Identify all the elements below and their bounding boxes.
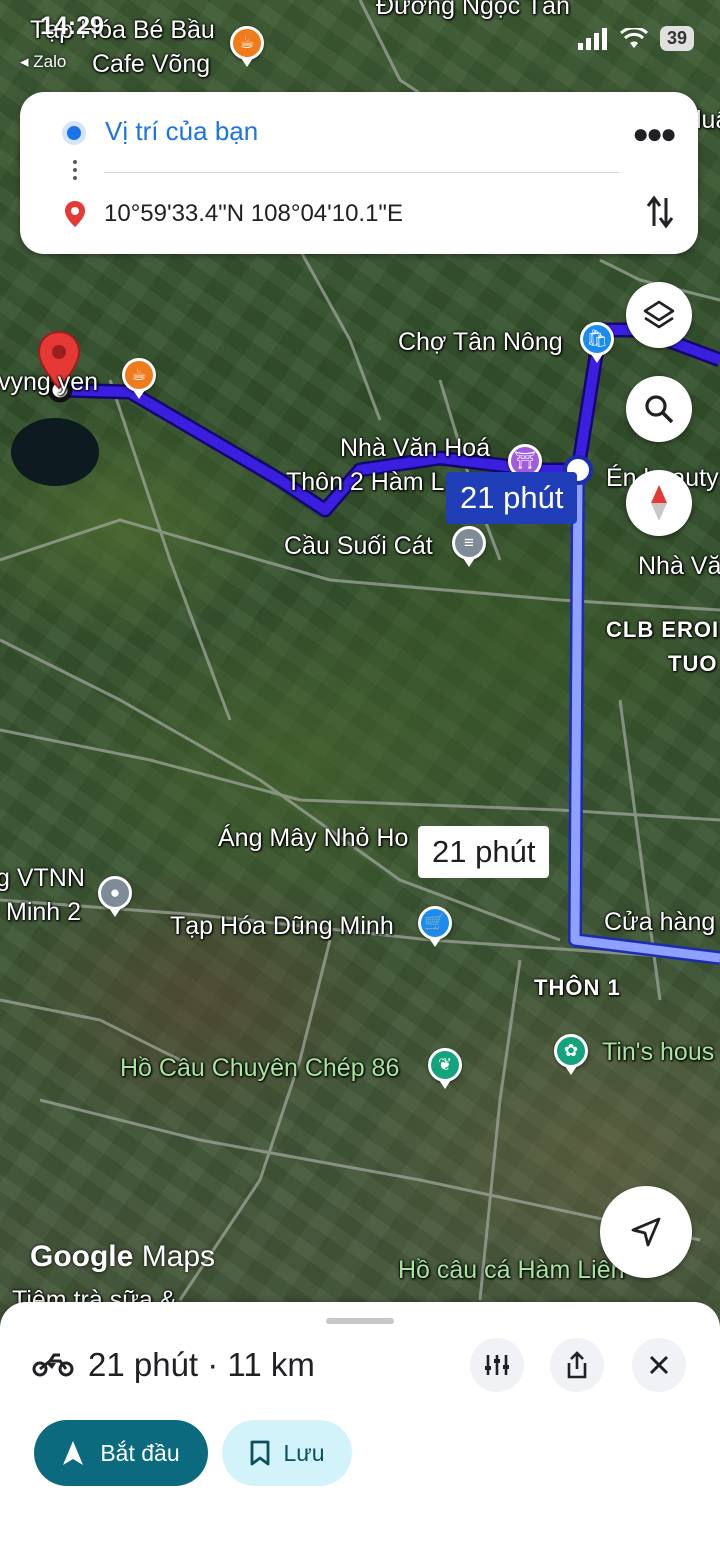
origin-field[interactable]: Vị trí của bạn [105, 116, 258, 147]
save-button-label: Lưu [283, 1439, 325, 1466]
save-button[interactable]: Lưu [222, 1420, 352, 1486]
navigation-arrow-icon [631, 1217, 661, 1247]
map-label: Cầu Suối Cát [284, 532, 433, 560]
signal-icon [577, 27, 607, 50]
map-label: vyng yen [0, 368, 99, 396]
map-label: Cửa hàng [604, 908, 716, 936]
map-label: CLB EROI [606, 617, 720, 642]
close-button[interactable] [632, 1338, 686, 1392]
cart-pin-icon[interactable]: 🛒 [418, 906, 452, 940]
map-label: Nhà Văn Hoá [340, 434, 491, 462]
bookmark-icon [250, 1440, 269, 1466]
motorbike-icon [32, 1353, 74, 1377]
map-label: TUO [668, 651, 718, 676]
route-options-button[interactable] [470, 1338, 524, 1392]
destination-field[interactable]: 10°59'33.4"N 108°04'10.1"E [104, 200, 403, 228]
back-to-app[interactable]: ◂ Zalo [20, 52, 66, 72]
status-bar: 14:29 ◂ Zalo 39 [0, 0, 720, 90]
search-icon [645, 395, 674, 424]
tune-icon [485, 1355, 509, 1375]
compass-icon [651, 485, 667, 521]
route-summary: 21 phút · 11 km [32, 1346, 315, 1384]
battery-indicator: 39 [659, 26, 694, 51]
navigation-icon [63, 1441, 84, 1465]
layers-icon [643, 300, 675, 329]
primary-route-time[interactable]: 21 phút [446, 472, 578, 524]
share-icon [567, 1351, 587, 1379]
divider [104, 172, 619, 173]
cafe-pin-icon[interactable]: ☕ [122, 358, 156, 392]
map-label: Chợ Tân Nông [398, 328, 563, 356]
map-label: luậ [696, 106, 720, 134]
my-location-button[interactable] [600, 1186, 692, 1278]
route-dots-icon [73, 158, 77, 182]
shopping-pin-icon[interactable]: 🛍 [580, 322, 614, 356]
wifi-icon [619, 27, 648, 48]
start-button[interactable]: Bắt đầu [34, 1420, 208, 1486]
map-label: Hồ câu cá Hàm Liên [398, 1256, 625, 1284]
directions-card: Vị trí của bạn 10°59'33.4"N 108°04'10.1"… [20, 92, 698, 254]
more-options-icon[interactable]: ●●● [632, 118, 677, 150]
drag-handle[interactable] [326, 1318, 394, 1324]
layers-button[interactable] [626, 282, 692, 348]
route-bottom-sheet[interactable]: 21 phút · 11 km Bắt đầu Lưu [0, 1302, 720, 1557]
search-button[interactable] [626, 376, 692, 442]
swap-icon[interactable] [646, 194, 674, 230]
google-maps-logo: Google Maps [30, 1240, 216, 1273]
destination-marker-icon [65, 201, 85, 227]
map-label: Tin's hous [602, 1038, 715, 1066]
route-summary-text: 21 phút · 11 km [88, 1346, 315, 1383]
map-label: Minh 2 [6, 898, 82, 926]
flower-pin-icon[interactable]: ✿ [554, 1034, 588, 1068]
map-label: Tạp Hóa Dũng Minh [170, 912, 394, 940]
place-pin-icon[interactable]: ● [98, 876, 132, 910]
status-time: 14:29 [40, 12, 104, 40]
map-label: Áng Mây Nhỏ Ho [218, 824, 409, 852]
bridge-pin-icon[interactable]: ≡ [452, 526, 486, 560]
compass-button[interactable] [626, 470, 692, 536]
map-label: Hồ Câu Chuyên Chép 86 [120, 1054, 400, 1082]
map-label: Thôn 2 Hàm L [286, 468, 445, 496]
alternate-route-time[interactable]: 21 phút [418, 826, 550, 878]
origin-dot-icon [62, 121, 86, 145]
map-label: g VTNN [0, 864, 85, 892]
close-icon [649, 1355, 669, 1375]
map-label: Nhà Vă [638, 552, 720, 580]
map-label: THÔN 1 [534, 975, 621, 1000]
start-button-label: Bắt đầu [100, 1439, 180, 1466]
fishing-pin-icon[interactable]: ❦ [428, 1048, 462, 1082]
status-icons: 39 [577, 26, 694, 51]
share-button[interactable] [550, 1338, 604, 1392]
